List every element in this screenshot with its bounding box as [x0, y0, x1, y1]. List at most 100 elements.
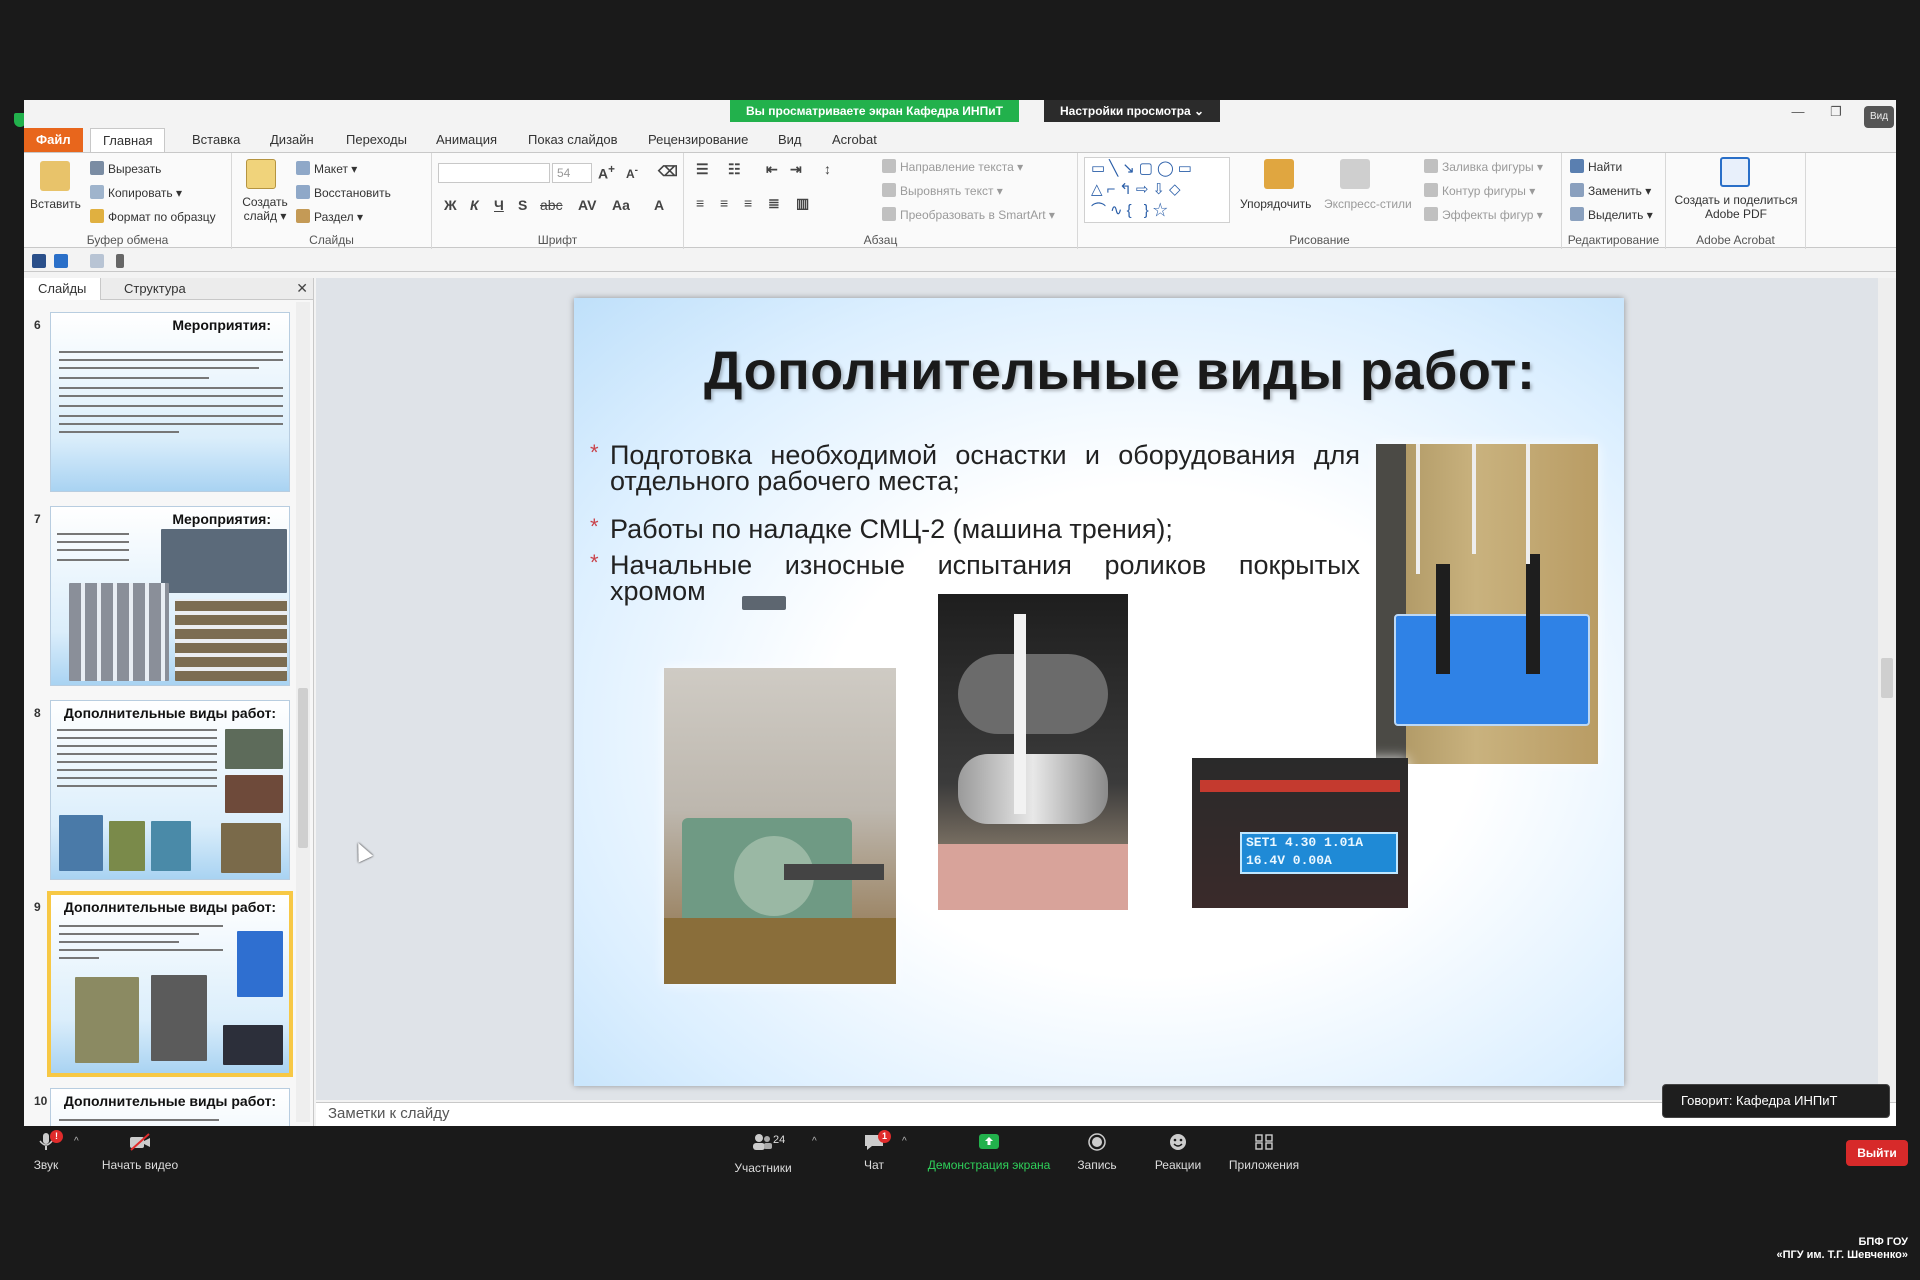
- bold-icon[interactable]: Ж: [444, 197, 457, 213]
- reactions-button[interactable]: Реакции: [1148, 1132, 1208, 1172]
- underline-icon[interactable]: Ч: [494, 197, 504, 213]
- slide-thumbnail[interactable]: Дополнительные виды работ:: [50, 1088, 290, 1126]
- tab-slides[interactable]: Слайды: [24, 278, 102, 300]
- spacing-icon[interactable]: AV: [578, 197, 596, 213]
- zoom-photo-icon[interactable]: [742, 596, 786, 610]
- new-slide-button[interactable]: Создать слайд ▾: [238, 195, 292, 223]
- align-text-button[interactable]: Выровнять текст ▾: [882, 183, 1003, 198]
- text-direction-button[interactable]: Направление текста ▾: [882, 159, 1023, 174]
- thumb-number: 8: [34, 706, 41, 720]
- shrink-font-icon[interactable]: A-: [626, 165, 638, 181]
- cut-button[interactable]: Вырезать: [90, 161, 161, 176]
- slide-thumbnail[interactable]: Мероприятия:: [50, 506, 290, 686]
- italic-icon[interactable]: К: [470, 197, 479, 213]
- align-left-icon[interactable]: ≡: [696, 195, 704, 211]
- shape-fill-button[interactable]: Заливка фигуры ▾: [1424, 159, 1543, 174]
- tab-review[interactable]: Рецензирование: [636, 128, 760, 152]
- font-color-icon[interactable]: A: [654, 197, 664, 213]
- clear-format-icon[interactable]: ⌫: [658, 163, 678, 180]
- bullets-icon[interactable]: ☰: [696, 161, 709, 178]
- quick-styles-button[interactable]: Экспресс-стили: [1324, 197, 1412, 211]
- paste-button[interactable]: Вставить: [30, 197, 81, 211]
- view-chip[interactable]: Вид: [1864, 106, 1894, 128]
- tab-transitions[interactable]: Переходы: [334, 128, 419, 152]
- tab-acrobat[interactable]: Acrobat: [820, 128, 889, 152]
- arrange-button[interactable]: Упорядочить: [1240, 197, 1311, 211]
- replace-button[interactable]: Заменить ▾: [1570, 183, 1651, 198]
- font-size-select[interactable]: 54: [552, 163, 592, 183]
- shapes-gallery[interactable]: ▭╲↘▢◯▭ △⌐↰⇨⇩◇ ⌒∿{ }☆: [1084, 157, 1230, 223]
- tab-insert[interactable]: Вставка: [180, 128, 252, 152]
- copy-button[interactable]: Копировать ▾: [90, 185, 182, 200]
- bullet-star-icon: *: [590, 550, 599, 575]
- smartart-button[interactable]: Преобразовать в SmartArt ▾: [882, 207, 1055, 222]
- slide[interactable]: Дополнительные виды работ: * Подготовка …: [574, 298, 1624, 1086]
- slide-scrollbar[interactable]: [1878, 278, 1896, 1100]
- group-slides: Создать слайд ▾ Макет ▾ Восстановить Раз…: [232, 153, 432, 249]
- chat-options-caret[interactable]: ^: [902, 1136, 907, 1147]
- numbering-icon[interactable]: ☷: [728, 161, 741, 178]
- close-icon[interactable]: ✕: [296, 280, 308, 297]
- reset-button[interactable]: Восстановить: [296, 185, 391, 200]
- find-button[interactable]: Найти: [1570, 159, 1622, 174]
- chat-button[interactable]: 1 Чат: [856, 1130, 892, 1172]
- group-acrobat: Создать и поделиться Adobe PDF Adobe Acr…: [1666, 153, 1806, 249]
- shape-outline-button[interactable]: Контур фигуры ▾: [1424, 183, 1535, 198]
- tab-outline[interactable]: Структура: [110, 278, 200, 300]
- redo-icon[interactable]: [90, 254, 104, 268]
- participants-button[interactable]: 24 Участники: [726, 1132, 800, 1175]
- tab-file[interactable]: Файл: [24, 128, 83, 152]
- tab-animation[interactable]: Анимация: [424, 128, 509, 152]
- section-button[interactable]: Раздел ▾: [296, 209, 363, 224]
- pane-scroll-thumb[interactable]: [298, 688, 308, 848]
- line-spacing-icon[interactable]: ↕: [824, 161, 831, 177]
- font-family-select[interactable]: [438, 163, 550, 183]
- apps-button[interactable]: Приложения: [1222, 1132, 1306, 1172]
- audio-button[interactable]: ! Звук: [28, 1130, 64, 1172]
- indent-increase-icon[interactable]: ⇥: [790, 161, 802, 178]
- share-screen-button[interactable]: Демонстрация экрана: [922, 1132, 1056, 1172]
- align-right-icon[interactable]: ≡: [744, 195, 752, 211]
- leave-meeting-button[interactable]: Выйти: [1846, 1140, 1908, 1166]
- align-center-icon[interactable]: ≡: [720, 195, 728, 211]
- undo-icon[interactable]: [54, 254, 68, 268]
- start-video-button[interactable]: Начать видео: [98, 1132, 182, 1172]
- slide-scroll-thumb[interactable]: [1881, 658, 1893, 698]
- audio-options-caret[interactable]: ^: [74, 1136, 79, 1147]
- shape-effects-button[interactable]: Эффекты фигур ▾: [1424, 207, 1543, 222]
- shadow-icon[interactable]: S: [518, 197, 527, 213]
- save-icon[interactable]: [32, 254, 46, 268]
- grow-font-icon[interactable]: A+: [598, 163, 615, 182]
- slide-title[interactable]: Дополнительные виды работ:: [704, 340, 1535, 402]
- tab-design[interactable]: Дизайн: [258, 128, 326, 152]
- tab-slideshow[interactable]: Показ слайдов: [516, 128, 630, 152]
- slide-thumbnail-selected[interactable]: Дополнительные виды работ:: [47, 891, 293, 1077]
- justify-icon[interactable]: ≣: [768, 195, 780, 212]
- notes-pane[interactable]: Заметки к слайду: [316, 1102, 1896, 1126]
- thumb-number: 9: [34, 900, 41, 914]
- tab-home[interactable]: Главная: [90, 128, 166, 152]
- minimize-icon[interactable]: —: [1788, 104, 1808, 122]
- layout-button[interactable]: Макет ▾: [296, 161, 357, 176]
- select-button[interactable]: Выделить ▾: [1570, 207, 1653, 222]
- create-pdf-button[interactable]: Создать и поделиться Adobe PDF: [1670, 193, 1802, 221]
- strikethrough-icon[interactable]: abc: [540, 197, 563, 213]
- bullet-item[interactable]: * Подготовка необходимой оснастки и обор…: [590, 440, 1360, 495]
- slide-thumbnail[interactable]: Мероприятия:: [50, 312, 290, 492]
- indent-decrease-icon[interactable]: ⇤: [766, 161, 778, 178]
- columns-icon[interactable]: ▥: [796, 195, 809, 212]
- ribbon: Вставить Вырезать Копировать ▾ Формат по…: [24, 152, 1896, 249]
- title-bar: Вы просматриваете экран Кафедра ИНПиТ На…: [24, 100, 1896, 128]
- brush-icon: [90, 209, 104, 223]
- restore-icon[interactable]: ❐: [1826, 104, 1846, 122]
- tab-view[interactable]: Вид: [766, 128, 814, 152]
- customize-qat-icon[interactable]: [116, 254, 124, 268]
- view-settings-button[interactable]: Настройки просмотра ⌄: [1044, 100, 1221, 122]
- record-button[interactable]: Запись: [1072, 1132, 1122, 1172]
- slide-thumbnail[interactable]: Дополнительные виды работ:: [50, 700, 290, 880]
- copy-icon: [90, 185, 104, 199]
- bullet-item[interactable]: * Работы по наладке СМЦ-2 (машина трения…: [590, 514, 1360, 543]
- change-case-icon[interactable]: Aa: [612, 197, 630, 213]
- participants-options-caret[interactable]: ^: [812, 1136, 817, 1147]
- format-painter-button[interactable]: Формат по образцу: [90, 209, 216, 224]
